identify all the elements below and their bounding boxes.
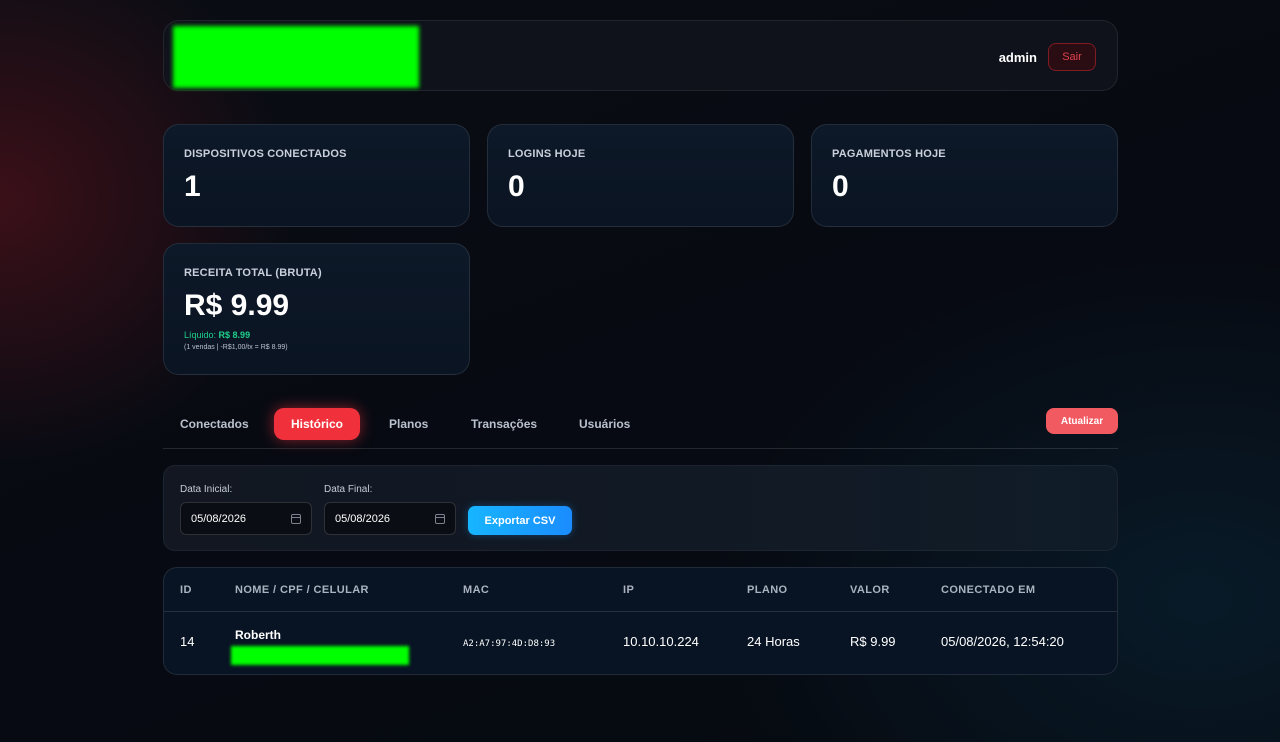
- tab-historico[interactable]: Histórico: [274, 408, 361, 440]
- tab-planos[interactable]: Planos: [372, 408, 445, 440]
- tab-bar: Conectados Histórico Planos Transações U…: [163, 406, 1118, 449]
- tab-transacoes[interactable]: Transações: [454, 408, 554, 440]
- top-header: admin Sair: [163, 20, 1118, 91]
- start-date-label: Data Inicial:: [180, 484, 233, 495]
- cell-mac: A2:A7:97:4D:D8:93: [463, 639, 556, 649]
- cpf-phone-redacted: [231, 646, 409, 665]
- end-date-label: Data Final:: [324, 484, 373, 495]
- cell-value: R$ 9.99: [850, 634, 896, 649]
- column-header-ip: IP: [623, 584, 635, 596]
- net-revenue-value: R$ 8.99: [218, 330, 251, 340]
- table-header: ID NOME / CPF / CELULAR MAC IP PLANO VAL…: [164, 568, 1117, 612]
- revenue-label: RECEITA TOTAL (BRUTA): [184, 267, 322, 279]
- column-header-id: ID: [180, 584, 192, 596]
- history-table: ID NOME / CPF / CELULAR MAC IP PLANO VAL…: [163, 567, 1118, 675]
- cell-name: Roberth: [235, 628, 281, 642]
- net-revenue: Líquido: R$ 8.99: [184, 330, 250, 340]
- filter-panel: Data Inicial: 05/08/2026 Data Final: 05/…: [163, 465, 1118, 551]
- stat-label: PAGAMENTOS HOJE: [832, 148, 946, 160]
- column-header-connected-at: CONECTADO EM: [941, 584, 1036, 596]
- start-date-value: 05/08/2026: [191, 512, 247, 525]
- tab-conectados[interactable]: Conectados: [163, 408, 266, 440]
- net-revenue-prefix: Líquido:: [184, 330, 217, 340]
- revenue-value: R$ 9.99: [184, 289, 290, 322]
- logo-redacted: [173, 26, 419, 88]
- stat-card-payments: PAGAMENTOS HOJE 0: [811, 124, 1118, 227]
- stat-label: DISPOSITIVOS CONECTADOS: [184, 148, 347, 160]
- table-row[interactable]: 14 Roberth A2:A7:97:4D:D8:93 10.10.10.22…: [164, 613, 1117, 674]
- tab-usuarios[interactable]: Usuários: [562, 408, 647, 440]
- column-header-name: NOME / CPF / CELULAR: [235, 584, 369, 596]
- cell-connected-at: 05/08/2026, 12:54:20: [941, 634, 1064, 649]
- column-header-plan: PLANO: [747, 584, 788, 596]
- refresh-button[interactable]: Atualizar: [1046, 408, 1118, 434]
- revenue-card: RECEITA TOTAL (BRUTA) R$ 9.99 Líquido: R…: [163, 243, 470, 375]
- export-csv-button[interactable]: Exportar CSV: [468, 506, 572, 535]
- cell-id: 14: [180, 634, 195, 649]
- start-date-input[interactable]: 05/08/2026: [180, 502, 312, 535]
- sales-note: (1 vendas | -R$1,00/tx = R$ 8.99): [184, 344, 288, 351]
- cell-ip: 10.10.10.224: [623, 634, 699, 649]
- end-date-input[interactable]: 05/08/2026: [324, 502, 456, 535]
- stat-value: 1: [184, 170, 201, 203]
- calendar-icon[interactable]: [291, 514, 301, 524]
- end-date-value: 05/08/2026: [335, 512, 391, 525]
- stat-card-devices: DISPOSITIVOS CONECTADOS 1: [163, 124, 470, 227]
- column-header-mac: MAC: [463, 584, 490, 596]
- stat-card-logins: LOGINS HOJE 0: [487, 124, 794, 227]
- stat-label: LOGINS HOJE: [508, 148, 586, 160]
- calendar-icon[interactable]: [435, 514, 445, 524]
- logout-button[interactable]: Sair: [1048, 43, 1096, 71]
- stat-value: 0: [508, 170, 525, 203]
- stat-value: 0: [832, 170, 849, 203]
- cell-plan: 24 Horas: [747, 634, 800, 649]
- current-user-name: admin: [998, 50, 1037, 65]
- column-header-value: VALOR: [850, 584, 890, 596]
